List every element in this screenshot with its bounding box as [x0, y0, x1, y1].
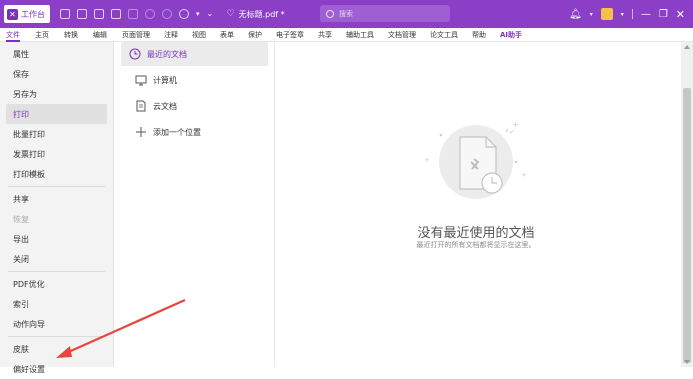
empty-state-title: 没有最近使用的文档: [417, 226, 535, 241]
workbench-label: 工作台: [21, 9, 45, 19]
menu-document-management[interactable]: 文档管理: [388, 28, 416, 42]
location-cloud-documents[interactable]: 云文档: [121, 94, 268, 118]
menu-protect[interactable]: 保护: [248, 28, 262, 42]
cloud-document-icon: [135, 100, 147, 112]
divider: [8, 186, 105, 187]
menu-view[interactable]: 视图: [192, 28, 206, 42]
redo-icon[interactable]: [162, 9, 172, 19]
new-file-icon[interactable]: [60, 9, 70, 19]
search-box[interactable]: [320, 5, 450, 22]
nav-print-template[interactable]: 打印模板: [0, 164, 113, 184]
favorite-heart-icon[interactable]: ♡: [227, 9, 235, 19]
nav-index[interactable]: 索引: [0, 294, 113, 314]
nav-print[interactable]: 打印: [6, 104, 107, 124]
nav-properties[interactable]: 属性: [0, 44, 113, 64]
menu-accessibility-tools[interactable]: 辅助工具: [346, 28, 374, 42]
notification-bell-icon[interactable]: 🔔︎: [569, 9, 582, 20]
menu-bar: 文件 主页 转换 编辑 页面管理 注释 视图 表单 保护 电子签章 共享 辅助工…: [0, 28, 693, 42]
vertical-scrollbar[interactable]: [681, 42, 693, 367]
restore-icon[interactable]: ❐: [659, 9, 668, 20]
menu-annotate[interactable]: 注释: [164, 28, 178, 42]
empty-state-subtitle: 最近打开的所有文档都将显示在这里。: [416, 241, 536, 249]
menu-paper-tools[interactable]: 论文工具: [430, 28, 458, 42]
nav-batch-print[interactable]: 批量打印: [0, 124, 113, 144]
menu-file[interactable]: 文件: [6, 28, 20, 42]
nav-invoice-print[interactable]: 发票打印: [0, 144, 113, 164]
nav-action-wizard[interactable]: 动作向导: [0, 314, 113, 334]
location-add-place[interactable]: 添加一个位置: [121, 120, 268, 144]
nav-pdf-optimize[interactable]: PDF优化: [0, 274, 113, 294]
save-icon[interactable]: [77, 9, 87, 19]
menu-home[interactable]: 主页: [35, 28, 49, 42]
scroll-up-icon[interactable]: [684, 45, 690, 49]
menu-e-signature[interactable]: 电子签章: [276, 28, 304, 42]
location-label: 云文档: [153, 101, 177, 111]
menu-edit[interactable]: 编辑: [93, 28, 107, 42]
svg-text:+: +: [424, 156, 430, 164]
search-icon: [326, 9, 334, 18]
location-label: 添加一个位置: [153, 127, 201, 137]
menu-ai-assistant[interactable]: AI助手: [500, 28, 522, 42]
clock-icon: [129, 48, 141, 60]
menu-page-management[interactable]: 页面管理: [122, 28, 150, 42]
export-icon[interactable]: [128, 9, 138, 19]
computer-icon: [135, 74, 147, 86]
divider: [8, 336, 105, 337]
svg-text:+: +: [512, 120, 519, 129]
open-folder-icon[interactable]: [111, 9, 121, 19]
title-bar: ✕ 工作台 ▾ ⌄ ♡ 无标题.pdf * 🔔︎ ▾ ▾ — ❐ ✕: [0, 0, 693, 28]
svg-text:+: +: [521, 171, 527, 179]
close-icon[interactable]: ✕: [676, 8, 685, 21]
recent-documents-panel: + + + 没有最近使用的文档 最近打开的所有文档都将显示在这里。: [276, 42, 681, 367]
nav-share[interactable]: 共享: [0, 189, 113, 209]
file-backstage-nav: 属性 保存 另存为 打印 批量打印 发票打印 打印模板 共享 恢复 导出 关闭 …: [0, 42, 114, 374]
bell-dropdown-icon[interactable]: ▾: [590, 11, 593, 18]
dropdown-arrow-icon[interactable]: ▾: [196, 10, 200, 18]
app-logo-icon: ✕: [7, 8, 18, 20]
quick-access-toolbar: ▾ ⌄: [60, 9, 217, 19]
undo-icon[interactable]: [145, 9, 155, 19]
search-input[interactable]: [339, 9, 439, 18]
nav-save[interactable]: 保存: [0, 64, 113, 84]
menu-share[interactable]: 共享: [318, 28, 332, 42]
menu-form[interactable]: 表单: [220, 28, 234, 42]
customize-toolbar-icon[interactable]: ⌄: [207, 9, 217, 19]
window-controls: 🔔︎ ▾ ▾ — ❐ ✕: [569, 0, 685, 28]
location-list: 最近的文档 计算机 云文档 添加一个位置: [115, 42, 275, 367]
scroll-down-icon[interactable]: [684, 360, 690, 364]
divider: [8, 271, 105, 272]
divider: [631, 9, 633, 19]
nav-restore: 恢复: [13, 214, 29, 224]
nav-export[interactable]: 导出: [0, 229, 113, 249]
location-computer[interactable]: 计算机: [121, 68, 268, 92]
location-label: 最近的文档: [147, 49, 187, 59]
print-icon[interactable]: [94, 9, 104, 19]
scrollbar-thumb[interactable]: [683, 88, 691, 363]
avatar[interactable]: [600, 8, 613, 20]
nav-save-as[interactable]: 另存为: [0, 84, 113, 104]
minimize-icon[interactable]: —: [641, 9, 651, 20]
document-title: ♡ 无标题.pdf *: [227, 9, 285, 20]
nav-close[interactable]: 关闭: [0, 249, 113, 269]
document-title-text: 无标题.pdf *: [238, 9, 285, 19]
nav-skin[interactable]: 皮肤: [0, 339, 113, 359]
workbench-button[interactable]: ✕ 工作台: [4, 5, 50, 23]
empty-document-illustration-icon: + + +: [424, 120, 527, 199]
nav-preferences[interactable]: 偏好设置: [0, 359, 113, 379]
plus-icon: [135, 126, 147, 138]
hand-tool-icon[interactable]: [179, 9, 189, 19]
location-recent-documents[interactable]: 最近的文档: [121, 42, 268, 66]
location-label: 计算机: [153, 75, 177, 85]
menu-help[interactable]: 帮助: [472, 28, 486, 42]
menu-convert[interactable]: 转换: [64, 28, 78, 42]
account-dropdown-icon[interactable]: ▾: [621, 11, 624, 18]
